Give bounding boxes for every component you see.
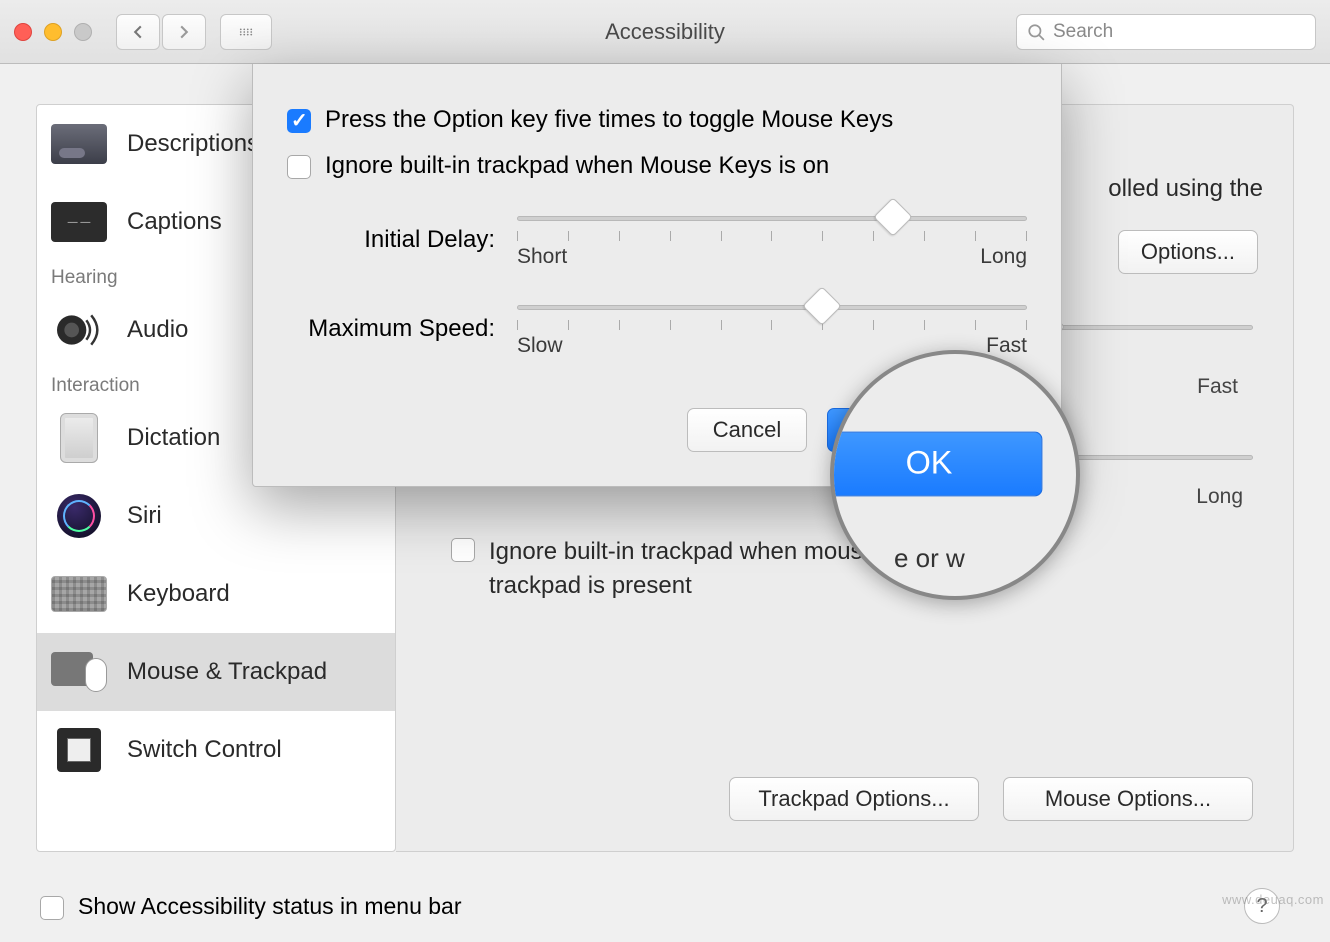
nav-buttons <box>116 14 206 50</box>
slider-label-short: Short <box>517 245 567 269</box>
show-status-label: Show Accessibility status in menu bar <box>78 893 462 920</box>
forward-button[interactable] <box>162 14 206 50</box>
captions-icon: — — <box>51 198 107 246</box>
footer: Show Accessibility status in menu bar <box>40 893 1290 920</box>
ignore-trackpad-mousekeys-label: Ignore built-in trackpad when Mouse Keys… <box>325 152 829 180</box>
traffic-lights <box>14 23 92 41</box>
minimize-icon[interactable] <box>44 23 62 41</box>
ignore-trackpad-mousekeys-checkbox[interactable] <box>287 155 311 179</box>
mouse-trackpad-icon <box>51 648 107 696</box>
close-icon[interactable] <box>14 23 32 41</box>
sidebar-item-siri[interactable]: Siri <box>37 477 395 555</box>
sidebar-item-label: Siri <box>127 502 162 530</box>
window-title: Accessibility <box>605 19 725 45</box>
ok-button[interactable]: OK <box>827 408 1027 452</box>
ignore-trackpad-row: Ignore built-in trackpad when mouse or w… <box>451 535 1093 602</box>
slider-label-slow: Slow <box>517 334 563 358</box>
slider-label-fast: Fast <box>986 334 1027 358</box>
show-status-checkbox[interactable] <box>40 896 64 920</box>
ignore-trackpad-label: Ignore built-in trackpad when mouse or w… <box>489 535 1049 602</box>
mouse-options-button[interactable]: Mouse Options... <box>1003 777 1253 821</box>
back-button[interactable] <box>116 14 160 50</box>
keyboard-icon <box>51 570 107 618</box>
initial-delay-label: Initial Delay: <box>287 226 495 254</box>
siri-icon <box>51 492 107 540</box>
sidebar-item-label: Keyboard <box>127 580 230 608</box>
window-titlebar: Accessibility Search <box>0 0 1330 64</box>
trackpad-options-button[interactable]: Trackpad Options... <box>729 777 979 821</box>
microphone-icon <box>51 414 107 462</box>
slider-label-long: Long <box>980 245 1027 269</box>
initial-delay-slider[interactable]: Short Long <box>517 210 1027 269</box>
bg-slider-label-fast: Fast <box>1197 375 1238 399</box>
search-icon <box>1027 23 1045 41</box>
switch-control-icon <box>51 726 107 774</box>
sidebar-item-switch-control[interactable]: Switch Control <box>37 711 395 789</box>
max-speed-slider[interactable]: Slow Fast <box>517 299 1027 358</box>
partial-description-text: olled using the <box>1108 175 1263 203</box>
search-placeholder: Search <box>1053 21 1113 43</box>
sidebar-item-label: Audio <box>127 316 188 344</box>
max-speed-label: Maximum Speed: <box>287 315 495 343</box>
cancel-button[interactable]: Cancel <box>687 408 807 452</box>
sidebar-item-label: Mouse & Trackpad <box>127 658 327 686</box>
sidebar-item-label: Switch Control <box>127 736 282 764</box>
sidebar-item-keyboard[interactable]: Keyboard <box>37 555 395 633</box>
speaker-icon <box>51 306 107 354</box>
options-button[interactable]: Options... <box>1118 230 1258 274</box>
ignore-trackpad-checkbox[interactable] <box>451 538 475 562</box>
bg-slider-label-long: Long <box>1196 485 1243 509</box>
sidebar-item-label: Descriptions <box>127 130 259 158</box>
sidebar-item-label: Captions <box>127 208 222 236</box>
watermark-text: www.deuaq.com <box>1222 892 1324 907</box>
show-all-button[interactable] <box>220 14 272 50</box>
display-icon <box>51 120 107 168</box>
mouse-keys-options-sheet: Press the Option key five times to toggl… <box>252 64 1062 487</box>
sidebar-item-label: Dictation <box>127 424 220 452</box>
maximize-icon <box>74 23 92 41</box>
press-option-label: Press the Option key five times to toggl… <box>325 106 893 134</box>
search-field[interactable]: Search <box>1016 14 1316 50</box>
sidebar-item-mouse-trackpad[interactable]: Mouse & Trackpad <box>37 633 395 711</box>
press-option-checkbox[interactable] <box>287 109 311 133</box>
